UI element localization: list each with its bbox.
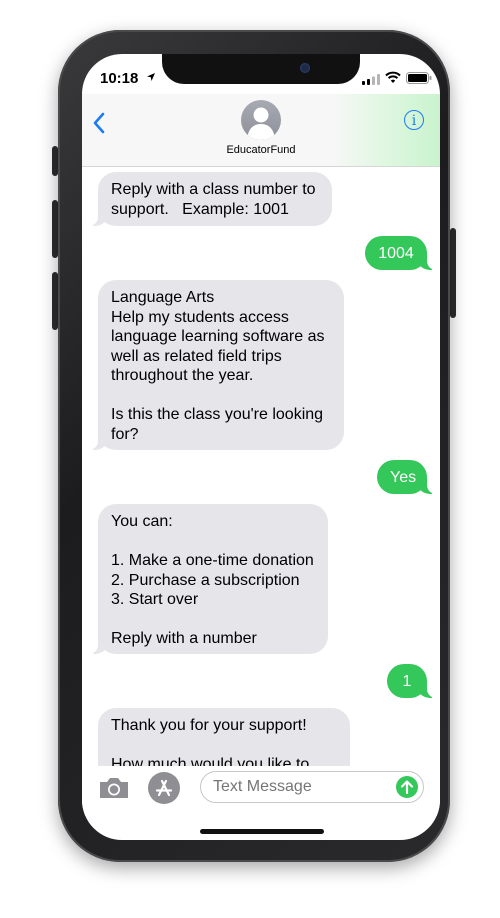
message-input[interactable] (200, 771, 424, 803)
outgoing-message: 1004 (365, 236, 436, 270)
incoming-message: You can: 1. Make a one-time donation 2. … (89, 504, 328, 654)
wifi-icon (385, 71, 401, 83)
status-time: 10:18 (100, 70, 139, 87)
incoming-message: Reply with a class number to support. Ex… (89, 172, 332, 226)
person-icon (247, 107, 275, 140)
incoming-message: Language Arts Help my students access la… (89, 280, 344, 450)
camera-icon[interactable] (98, 776, 130, 800)
avatar[interactable] (241, 100, 281, 140)
cellular-signal-icon (362, 74, 380, 85)
arrow-up-icon (400, 780, 414, 795)
app-store-button[interactable] (148, 772, 180, 804)
incoming-message: Thank you for your support! How much wou… (98, 708, 350, 766)
chevron-left-icon[interactable] (92, 112, 106, 134)
notch (162, 54, 360, 84)
phone-screen: 10:18 EducatorFund i Reply with a class … (82, 54, 440, 840)
power-button (450, 228, 456, 318)
home-indicator[interactable] (200, 829, 324, 834)
message-list: Reply with a class number to support. Ex… (82, 166, 440, 766)
contact-name[interactable]: EducatorFund (82, 144, 440, 156)
location-arrow-icon (147, 73, 155, 81)
send-button[interactable] (396, 776, 418, 798)
info-icon[interactable]: i (404, 110, 424, 130)
front-camera (300, 63, 310, 73)
conversation-header: EducatorFund i (82, 94, 440, 167)
outgoing-message: 1 (387, 664, 436, 698)
message-composer (82, 766, 440, 816)
app-store-icon (155, 779, 173, 797)
outgoing-message: Yes (377, 460, 436, 494)
battery-icon (406, 72, 432, 84)
